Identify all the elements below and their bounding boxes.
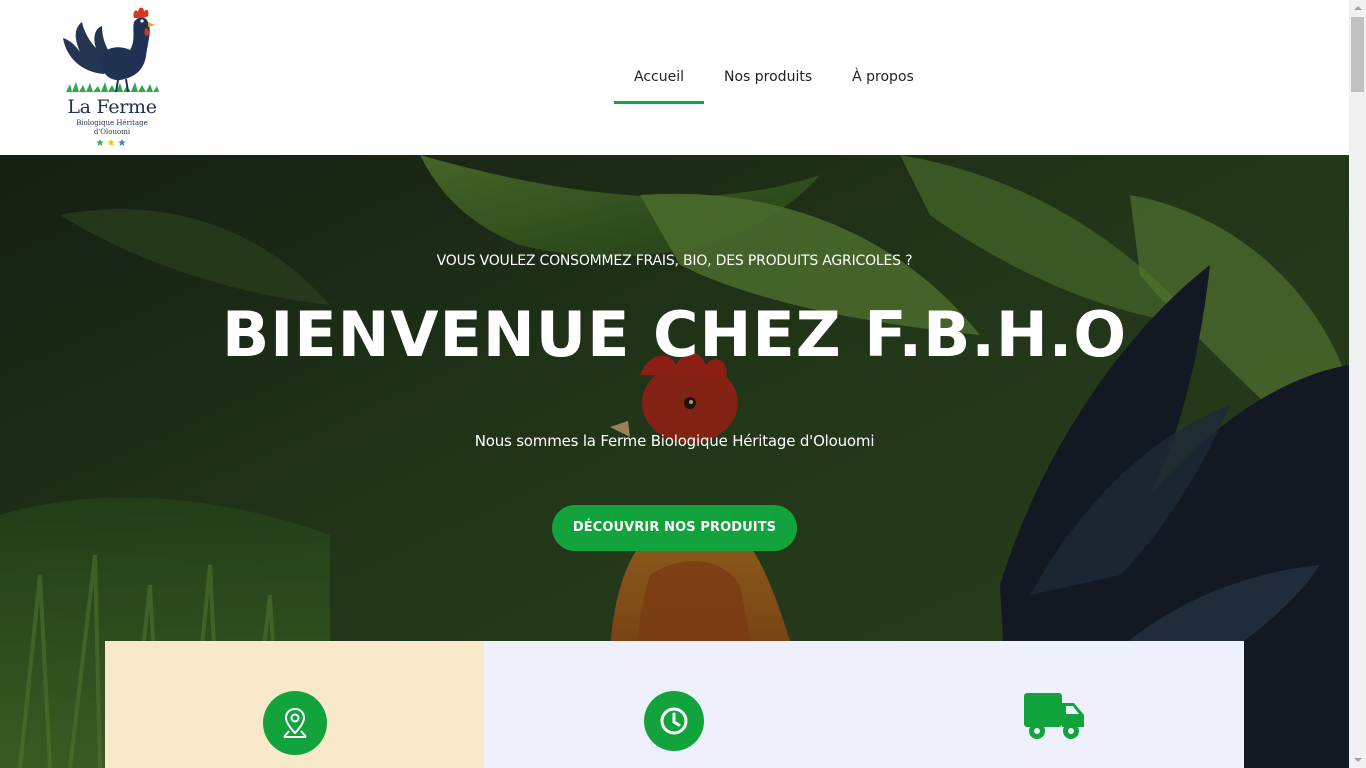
map-pin-icon [262,691,327,755]
delivery-truck-icon [1024,693,1084,739]
page: La Ferme Biologique Héritage d'Olouomi ★… [0,0,1349,768]
nav-item-accueil[interactable]: Accueil [614,52,704,104]
logo-stars: ★★★ [60,138,164,150]
feature-card-delivery [864,641,1244,768]
nav-item-a-propos[interactable]: À propos [832,52,934,101]
hero-title: BIENVENUE CHEZ F.B.H.O [221,298,1128,371]
scrollbar-thumb[interactable] [1351,17,1364,92]
feature-card-location [105,641,484,768]
scroll-down-arrow-icon[interactable] [1349,751,1366,768]
hero-subtitle: Nous sommes la Ferme Biologique Héritage… [474,432,875,450]
nav-item-nos-produits[interactable]: Nos produits [704,52,832,101]
feature-icon-wrapper [644,691,704,751]
logo-title: La Ferme [67,96,157,118]
clock-icon [644,691,704,751]
discover-products-button[interactable]: DÉCOUVRIR NOS PRODUITS [552,505,797,551]
feature-icon-wrapper [1022,691,1086,747]
logo-subtitle-line2: d'Olouomi [93,128,131,136]
scroll-up-arrow-icon[interactable] [1349,0,1366,17]
feature-icon-wrapper [262,691,327,755]
feature-card-hours [484,641,864,768]
logo-subtitle-line1: Biologique Héritage [76,119,148,127]
page-scrollbar[interactable] [1349,0,1366,768]
star-icon: ★ [95,138,107,149]
rooster-logo-icon [63,7,159,93]
site-header: La Ferme Biologique Héritage d'Olouomi ★… [0,0,1349,155]
star-icon: ★ [117,138,129,149]
features-row [105,641,1244,768]
star-icon: ★ [106,138,118,149]
main-nav: Accueil Nos produits À propos [614,52,934,104]
hero-kicker: VOUS VOULEZ CONSOMMEZ FRAIS, BIO, DES PR… [436,253,913,269]
site-logo[interactable]: La Ferme Biologique Héritage d'Olouomi ★… [60,4,164,152]
